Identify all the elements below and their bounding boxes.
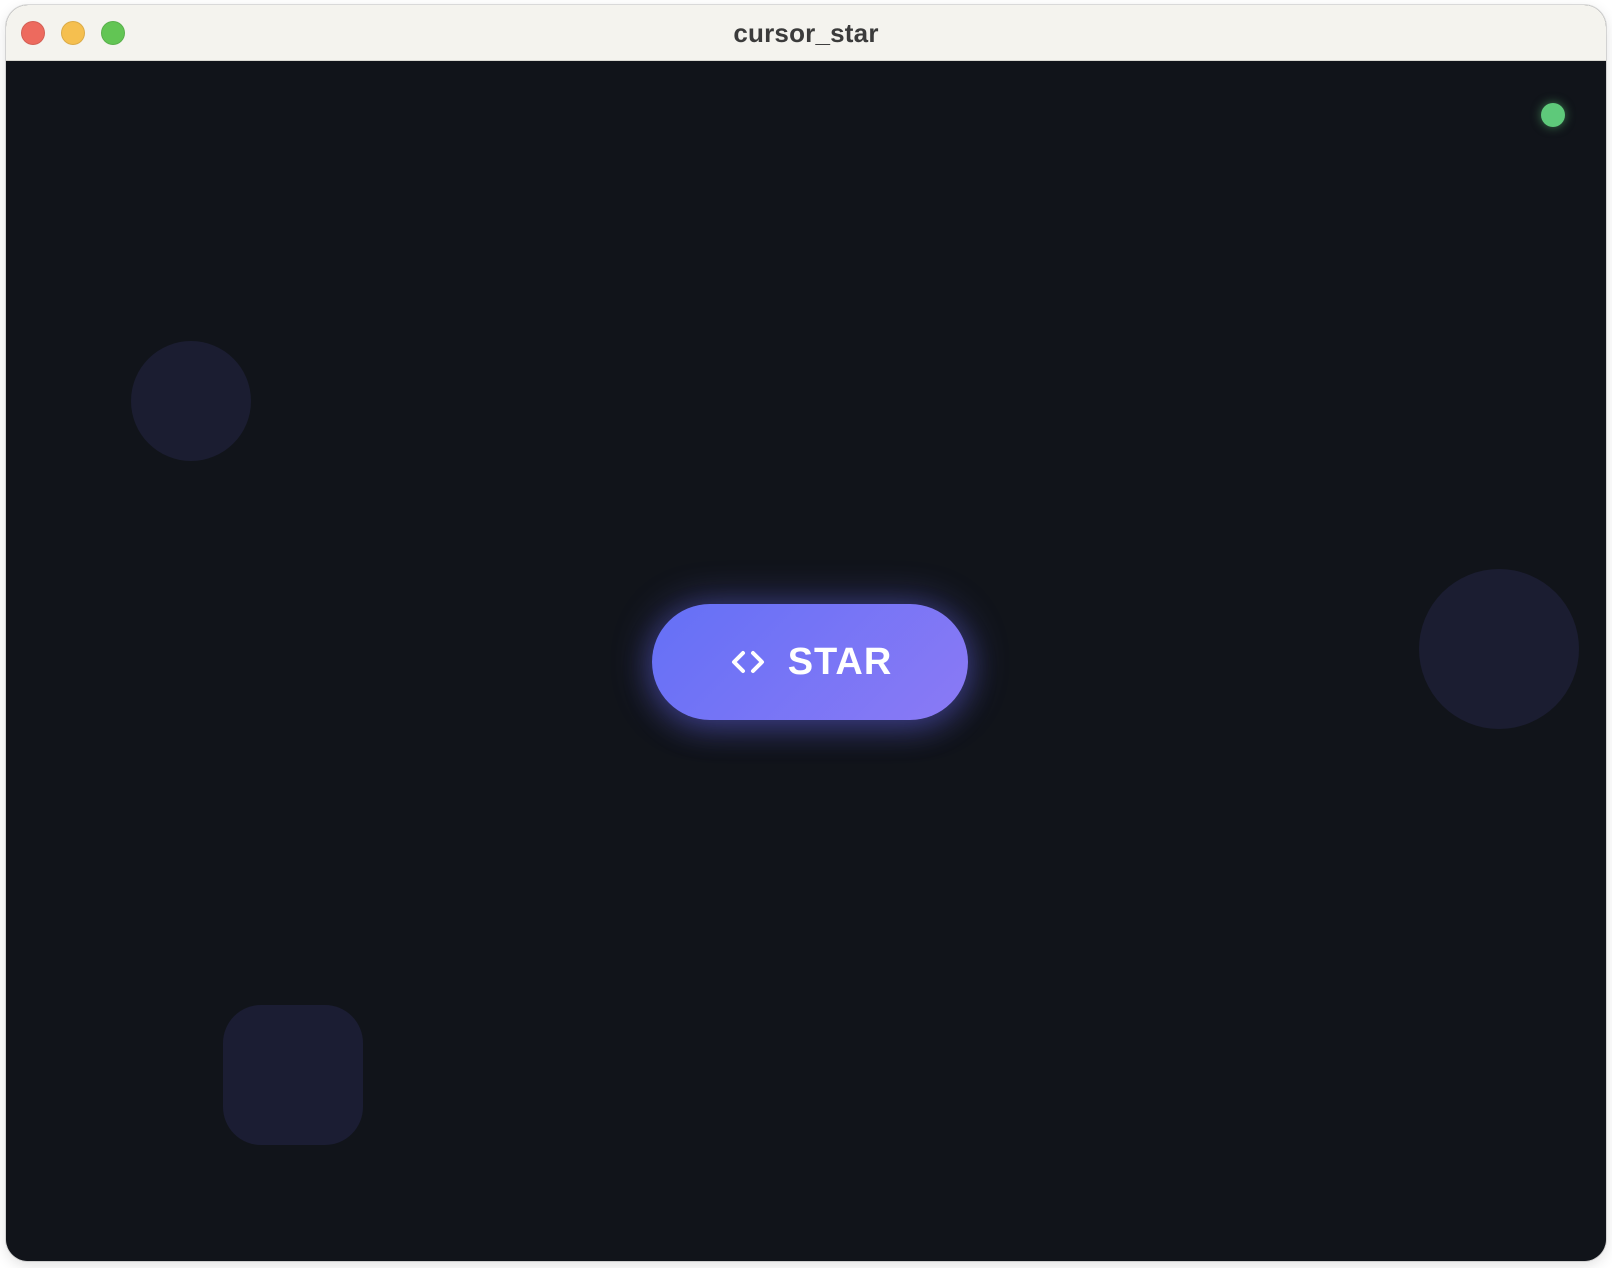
title-bar: cursor_star bbox=[6, 5, 1606, 61]
status-indicator bbox=[1541, 103, 1565, 127]
decorative-circle-large bbox=[1419, 569, 1579, 729]
decorative-circle-small bbox=[131, 341, 251, 461]
star-button-label: STAR bbox=[787, 640, 893, 683]
app-canvas: STAR bbox=[6, 61, 1606, 1261]
window-title: cursor_star bbox=[733, 18, 879, 48]
decorative-rounded-square bbox=[223, 1005, 363, 1145]
app-window: cursor_star STAR bbox=[6, 5, 1606, 1261]
star-button[interactable]: STAR bbox=[652, 604, 968, 720]
code-brackets-icon bbox=[728, 642, 768, 682]
